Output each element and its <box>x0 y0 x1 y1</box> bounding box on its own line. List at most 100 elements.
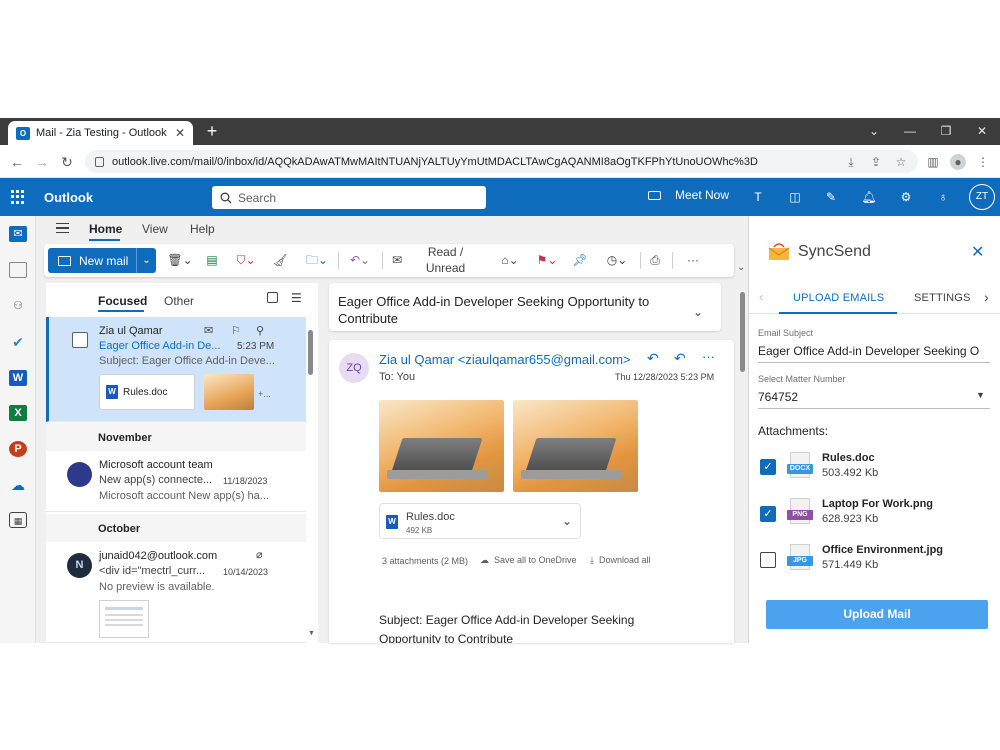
mark-read-envelope-icon[interactable]: ✉ <box>204 324 213 337</box>
meet-now-button[interactable]: Meet Now <box>648 188 729 202</box>
snooze-clock-icon[interactable]: ◷⌄ <box>603 252 631 268</box>
reload-icon[interactable]: ↻ <box>58 153 76 171</box>
minimize-icon[interactable]: — <box>898 120 922 142</box>
scroll-down-icon[interactable]: ▼ <box>308 630 315 637</box>
new-mail-button[interactable]: New mail ⌄ <box>48 248 156 273</box>
move-folder-icon[interactable]: 🗀⌄ <box>303 252 331 268</box>
reply-all-icon[interactable]: ↶ <box>674 350 686 367</box>
archive-icon[interactable]: ▤ <box>204 252 220 268</box>
settings-gear-icon[interactable]: ⚙ <box>897 189 915 205</box>
more-actions-icon[interactable]: ··· <box>702 349 715 364</box>
attachment-file-card[interactable]: W Rules.doc 492 KB ⌄ <box>379 503 581 539</box>
delete-trash-icon[interactable]: 🗑︎⌄ <box>167 252 193 268</box>
print-icon[interactable]: ⎙ <box>647 252 663 268</box>
notifications-bell-icon[interactable]: 🔔︎ <box>860 189 878 205</box>
matter-number-select[interactable]: 764752 <box>758 390 958 404</box>
reply-all-icon[interactable]: ↶⌄ <box>345 252 375 268</box>
mail-icon[interactable]: ✉ <box>9 226 27 242</box>
close-addin-icon[interactable]: ✕ <box>971 242 984 262</box>
read-unread-button[interactable]: ✉ Read / Unread <box>392 245 484 275</box>
new-mail-dropdown-icon[interactable]: ⌄ <box>136 248 156 273</box>
tab-focused[interactable]: Focused <box>98 294 147 308</box>
hamburger-menu-icon[interactable] <box>56 223 69 233</box>
close-window-icon[interactable]: ✕ <box>970 120 994 142</box>
expand-thread-chevron-icon[interactable]: ⌄ <box>693 305 703 319</box>
attachment-checkbox-2[interactable]: ✓ <box>760 506 776 522</box>
home-tab-underline <box>89 239 120 241</box>
onedrive-cloud-icon[interactable]: ☁ <box>9 477 27 493</box>
url-bar[interactable]: outlook.live.com/mail/0/inbox/id/AQQkADA… <box>85 150 918 173</box>
save-to-onedrive-button[interactable]: ☁ Save all to OneDrive <box>480 555 577 566</box>
flag-icon[interactable]: ⚑⌄ <box>534 252 560 268</box>
excel-icon[interactable]: X <box>9 405 27 421</box>
reply-icon[interactable]: ↶ <box>647 350 659 367</box>
menu-tab-help[interactable]: Help <box>190 222 215 236</box>
upload-mail-button[interactable]: Upload Mail <box>766 600 988 629</box>
calendar-icon[interactable] <box>9 262 27 278</box>
select-mode-icon[interactable] <box>267 292 278 303</box>
browser-menu-icon[interactable]: ⋮ <box>975 154 991 170</box>
reading-pane-scrollbar[interactable] <box>740 292 745 372</box>
menu-tab-home[interactable]: Home <box>89 222 122 236</box>
todo-check-icon[interactable]: ✔ <box>9 334 27 350</box>
ribbon-collapse-chevron-icon[interactable]: ⌄ <box>737 262 745 273</box>
list-item[interactable]: N junaid042@outlook.com ⌀ <div id="mectr… <box>46 542 306 643</box>
download-all-button[interactable]: ⤓ Download all <box>590 555 651 566</box>
forward-arrow-icon[interactable]: → <box>33 153 51 171</box>
side-panel-icon[interactable]: ▥ <box>925 154 941 170</box>
people-icon[interactable]: ⚇ <box>9 298 27 314</box>
dropdown-caret-icon[interactable]: ▼ <box>976 390 985 400</box>
tag-icon[interactable]: ⌂⌄ <box>497 252 523 268</box>
flag-message-icon[interactable]: ⚐ <box>231 324 241 337</box>
share-icon[interactable]: ⇪ <box>868 154 884 170</box>
word-icon[interactable]: W <box>9 370 27 386</box>
tab-settings[interactable]: SETTINGS <box>914 292 971 304</box>
attachment-thumbnail-image[interactable] <box>99 600 149 638</box>
outlook-brand[interactable]: Outlook <box>44 190 93 205</box>
restore-icon[interactable]: ❐ <box>934 120 958 142</box>
tips-lightbulb-icon[interactable]: ♁ <box>934 189 952 205</box>
tab-upload-emails[interactable]: UPLOAD EMAILS <box>793 292 884 304</box>
attachment-checkbox-3[interactable] <box>760 552 776 568</box>
report-shield-icon[interactable]: ⛉⌄ <box>233 252 259 268</box>
new-tab-icon[interactable]: + <box>203 121 221 141</box>
more-options-button[interactable]: ··· <box>682 252 704 268</box>
laptop-photo-image[interactable] <box>513 400 638 492</box>
tab-other[interactable]: Other <box>164 294 194 308</box>
url-text: outlook.live.com/mail/0/inbox/id/AQQkADA… <box>112 155 758 168</box>
tab-search-icon[interactable]: ⌄ <box>862 120 886 142</box>
account-avatar[interactable]: ZT <box>969 184 995 210</box>
email-subject-field[interactable]: Eager Office Add-in Developer Seeking O <box>758 344 992 358</box>
close-tab-icon[interactable]: ✕ <box>173 126 187 140</box>
sweep-broom-icon[interactable]: 🧹︎ <box>272 252 288 268</box>
list-item-selected[interactable]: Zia ul Qamar ✉ ⚐ ⚲ Eager Office Add-in D… <box>46 317 306 422</box>
attachment-chip[interactable]: W Rules.doc <box>99 374 195 410</box>
bookmark-star-icon[interactable]: ☆ <box>893 154 909 170</box>
office-icon[interactable]: ◫ <box>786 189 804 205</box>
list-scrollbar[interactable] <box>308 330 313 375</box>
back-arrow-icon[interactable]: ← <box>8 153 26 171</box>
app-launcher-icon[interactable] <box>11 190 25 204</box>
sender-address[interactable]: Zia ul Qamar <ziaulqamar655@gmail.com> <box>379 352 631 367</box>
browser-tab[interactable]: O Mail - Zia Testing - Outlook ✕ <box>8 121 193 145</box>
my-day-icon[interactable]: ✎ <box>822 189 840 205</box>
tabs-scroll-right-icon[interactable]: › <box>984 289 989 305</box>
filter-icon[interactable]: ☰ <box>291 291 302 305</box>
more-apps-icon[interactable]: ▦ <box>9 512 27 528</box>
menu-row: Home View Help <box>36 216 748 243</box>
profile-icon[interactable]: ● <box>950 154 966 170</box>
attachment-thumbnail-image[interactable] <box>204 374 254 410</box>
attachment-menu-chevron-icon[interactable]: ⌄ <box>562 514 572 528</box>
pin-message-icon[interactable]: ⚲ <box>256 324 264 337</box>
list-item[interactable]: Microsoft account team New app(s) connec… <box>46 451 306 512</box>
powerpoint-icon[interactable]: P <box>9 441 27 457</box>
tabs-scroll-left-icon[interactable]: ‹ <box>759 290 763 304</box>
menu-tab-view[interactable]: View <box>142 222 168 236</box>
message-checkbox[interactable] <box>72 332 88 348</box>
pin-icon[interactable]: 📌︎ <box>572 252 588 268</box>
install-app-icon[interactable]: ⤓ <box>843 154 859 170</box>
attachment-checkbox-1[interactable]: ✓ <box>760 459 776 475</box>
teams-icon[interactable]: T <box>749 189 767 205</box>
laptop-photo-image[interactable] <box>379 400 504 492</box>
search-box[interactable]: Search <box>212 186 486 209</box>
